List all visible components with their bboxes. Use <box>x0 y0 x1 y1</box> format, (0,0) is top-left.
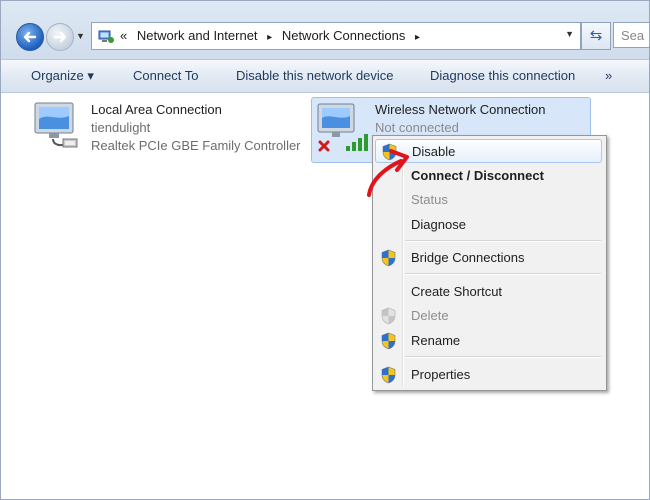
menu-separator <box>405 356 601 358</box>
uac-shield-icon <box>381 366 396 384</box>
refresh-button[interactable]: ⇆ <box>581 22 611 50</box>
menu-item-label: Diagnose <box>411 217 466 232</box>
red-annotation-arrow-icon <box>367 149 409 197</box>
menu-item-rename[interactable]: Rename <box>375 329 602 353</box>
address-bar-area: ▼ « Network and Internet ▸ Network Conne… <box>1 1 649 60</box>
menu-separator <box>405 240 601 242</box>
address-history-dropdown-icon[interactable]: ▼ <box>565 29 574 39</box>
breadcrumb-separator[interactable]: ▸ <box>267 32 272 43</box>
breadcrumb-network-and-internet[interactable]: Network and Internet <box>137 28 258 43</box>
disable-device-button[interactable]: Disable this network device <box>236 68 394 83</box>
connect-to-button[interactable]: Connect To <box>133 68 199 83</box>
menu-item-bridge-connections[interactable]: Bridge Connections <box>375 246 602 270</box>
address-field[interactable]: « Network and Internet ▸ Network Connect… <box>91 22 581 50</box>
menu-item-delete: Delete <box>375 304 602 328</box>
wired-network-adapter-icon <box>34 102 78 148</box>
explorer-window: ▼ « Network and Internet ▸ Network Conne… <box>0 0 650 500</box>
recent-pages-dropdown-icon[interactable]: ▼ <box>76 31 85 41</box>
menu-item-properties[interactable]: Properties <box>375 363 602 387</box>
menu-item-label: Connect / Disconnect <box>411 168 544 183</box>
connection-name: Local Area Connection <box>91 102 222 117</box>
connection-status: Not connected <box>375 120 459 135</box>
connection-network: tiendulight <box>91 120 151 135</box>
menu-item-label: Bridge Connections <box>411 250 525 265</box>
diagnose-connection-button[interactable]: Diagnose this connection <box>430 68 575 83</box>
breadcrumb-network-connections[interactable]: Network Connections <box>282 28 406 43</box>
forward-arrow-icon <box>53 31 67 43</box>
uac-shield-icon <box>381 307 396 325</box>
back-arrow-icon <box>23 31 37 43</box>
search-input[interactable]: Sea <box>613 22 649 48</box>
connection-name: Wireless Network Connection <box>375 102 546 117</box>
network-folder-icon <box>98 30 114 43</box>
connection-adapter: Realtek PCIe GBE Family Controller <box>91 138 301 153</box>
menu-item-create-shortcut[interactable]: Create Shortcut <box>375 280 602 304</box>
breadcrumb-overflow[interactable]: « <box>120 28 127 43</box>
local-area-connection-item[interactable]: Local Area Connection tiendulight Realte… <box>31 99 311 159</box>
not-connected-x-icon <box>318 140 330 152</box>
breadcrumb-separator[interactable]: ▸ <box>415 32 420 43</box>
forward-button[interactable] <box>46 23 74 51</box>
menu-separator <box>405 273 601 275</box>
organize-button[interactable]: Organize ▾ <box>31 68 94 84</box>
menu-item-label: Delete <box>411 308 449 323</box>
uac-shield-icon <box>381 249 396 267</box>
back-button[interactable] <box>16 23 44 51</box>
command-bar: Organize ▾ Connect To Disable this netwo… <box>1 60 649 93</box>
refresh-icon: ⇆ <box>589 27 603 44</box>
menu-item-label: Properties <box>411 367 471 382</box>
more-commands-button[interactable]: » <box>605 68 612 83</box>
menu-item-label: Create Shortcut <box>411 284 503 299</box>
menu-item-label: Rename <box>411 333 461 348</box>
menu-item-diagnose[interactable]: Diagnose <box>375 213 602 237</box>
uac-shield-icon <box>381 332 396 350</box>
